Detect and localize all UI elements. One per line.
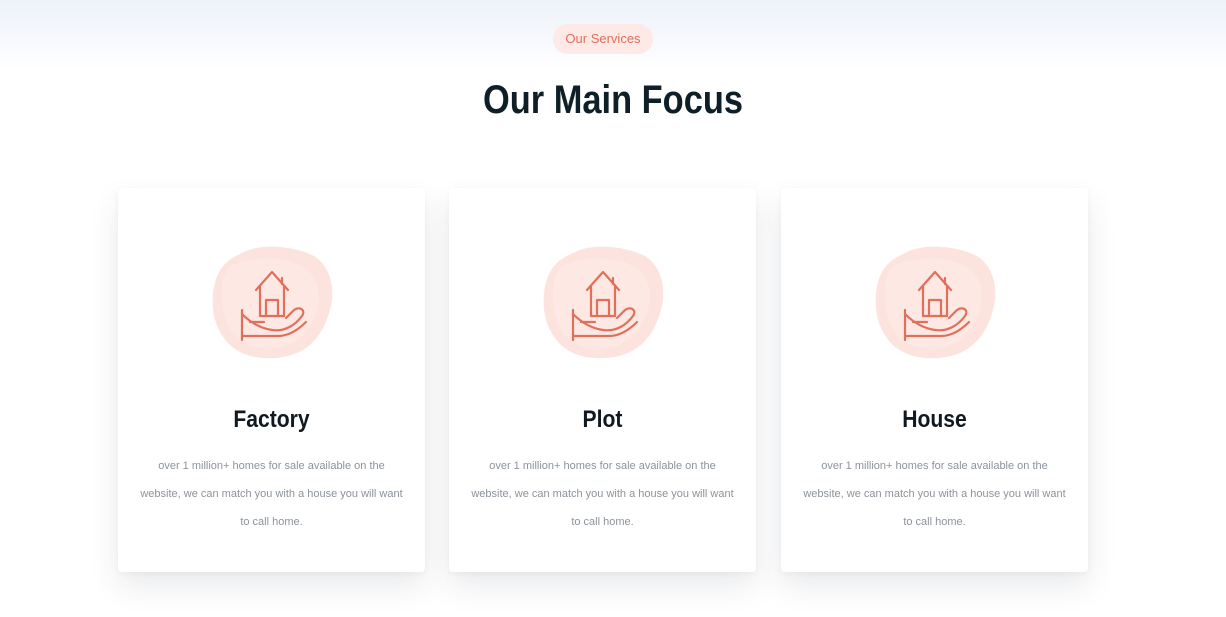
service-card-factory[interactable]: Factory over 1 million+ homes for sale a… (118, 188, 425, 572)
card-title: Factory (233, 406, 310, 433)
section-badge: Our Services (553, 24, 653, 54)
card-description: over 1 million+ homes for sale available… (471, 460, 734, 528)
service-card-house[interactable]: House over 1 million+ homes for sale ava… (781, 188, 1088, 572)
service-card-plot[interactable]: Plot over 1 million+ homes for sale avai… (449, 188, 756, 572)
house-in-hand-icon (202, 236, 342, 366)
card-description: over 1 million+ homes for sale available… (140, 460, 403, 528)
card-title: Plot (582, 406, 623, 433)
card-title: House (902, 406, 967, 433)
section-title: Our Main Focus (483, 78, 743, 122)
card-description: over 1 million+ homes for sale available… (803, 460, 1066, 528)
services-section: Our Services Our Main Focus Factory over… (0, 0, 1226, 617)
house-in-hand-icon (865, 236, 1005, 366)
house-in-hand-icon (533, 236, 673, 366)
service-cards: Factory over 1 million+ homes for sale a… (118, 188, 1088, 572)
